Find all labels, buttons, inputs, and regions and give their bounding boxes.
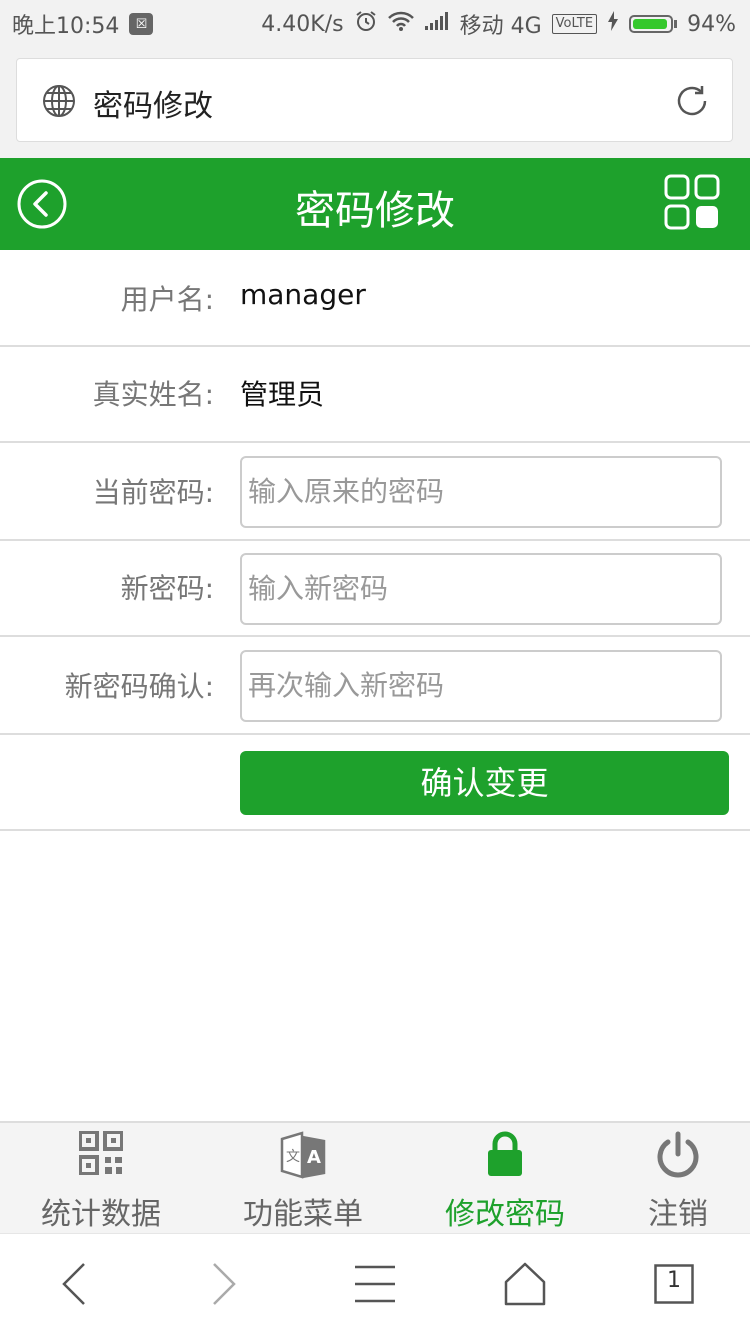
submit-row: 确认变更 (0, 735, 750, 831)
qrcode-icon (0, 1131, 202, 1175)
signal-icon (424, 11, 450, 37)
network-speed: 4.40K/s (261, 11, 344, 37)
confirm-change-button[interactable]: 确认变更 (240, 751, 729, 815)
charging-icon (607, 11, 619, 37)
translate-icon: 文 A (202, 1131, 404, 1181)
confirm-password-input[interactable]: 再次输入新密码 (240, 650, 722, 722)
svg-text:文: 文 (286, 1149, 300, 1165)
browser-toolbar: 密码修改 (0, 42, 750, 158)
username-value: manager (240, 278, 366, 311)
bottom-tab-bar: 统计数据 文 A 功能菜单 修改密码 注销 (0, 1121, 750, 1233)
battery-icon (629, 15, 678, 33)
svg-text:A: A (307, 1147, 321, 1168)
tab-count: 1 (667, 1268, 681, 1293)
tab-function-menu[interactable]: 文 A 功能菜单 (202, 1123, 404, 1233)
password-form: 用户名: manager 真实姓名: 管理员 当前密码: 输入原来的密码 新密码… (0, 250, 750, 831)
tab-change-password-label: 修改密码 (445, 1197, 565, 1232)
lock-icon (404, 1131, 606, 1177)
wifi-icon (387, 11, 414, 37)
address-bar[interactable]: 密码修改 (16, 58, 733, 142)
browser-back-icon[interactable] (58, 1262, 90, 1310)
realname-label: 真实姓名: (92, 378, 214, 411)
tab-logout-label: 注销 (648, 1197, 708, 1232)
tab-statistics[interactable]: 统计数据 (0, 1123, 202, 1233)
alarm-icon (354, 9, 378, 39)
tab-logout[interactable]: 注销 (606, 1123, 750, 1233)
realname-value: 管理员 (240, 378, 325, 411)
battery-percent: 94% (687, 11, 736, 37)
username-label: 用户名: (120, 283, 214, 316)
new-password-row: 新密码: 输入新密码 (0, 541, 750, 637)
realname-row: 真实姓名: 管理员 (0, 347, 750, 443)
browser-tabs-button[interactable]: 1 (654, 1264, 694, 1308)
tab-change-password[interactable]: 修改密码 (404, 1123, 606, 1233)
globe-icon (41, 83, 77, 123)
address-bar-title: 密码修改 (93, 89, 213, 124)
browser-nav-bar: 1 (0, 1233, 750, 1334)
new-password-label: 新密码: (120, 572, 214, 605)
username-row: 用户名: manager (0, 250, 750, 347)
current-password-row: 当前密码: 输入原来的密码 (0, 443, 750, 541)
volte-badge: VoLTE (551, 14, 598, 34)
power-icon (606, 1131, 750, 1179)
app-header: 密码修改 (0, 158, 750, 250)
reload-icon[interactable] (672, 81, 712, 125)
current-password-label: 当前密码: (92, 476, 214, 509)
tab-statistics-label: 统计数据 (41, 1197, 161, 1232)
confirm-password-label: 新密码确认: (64, 670, 214, 703)
current-password-input[interactable]: 输入原来的密码 (240, 456, 722, 528)
grid-menu-icon[interactable] (664, 174, 720, 234)
confirm-password-row: 新密码确认: 再次输入新密码 (0, 637, 750, 735)
notification-icon: ☒ (129, 13, 154, 35)
status-bar: 晚上10:54 ☒ 4.40K/s 移动 4G VoLTE 94% (0, 0, 750, 42)
browser-home-icon[interactable] (504, 1262, 546, 1310)
browser-forward-icon[interactable] (208, 1262, 240, 1310)
new-password-input[interactable]: 输入新密码 (240, 553, 722, 625)
browser-menu-icon[interactable] (354, 1264, 396, 1308)
status-time: 晚上10:54 (12, 14, 120, 39)
tab-function-menu-label: 功能菜单 (243, 1197, 363, 1232)
page-title: 密码修改 (295, 188, 455, 234)
carrier-label: 移动 4G (459, 14, 542, 39)
